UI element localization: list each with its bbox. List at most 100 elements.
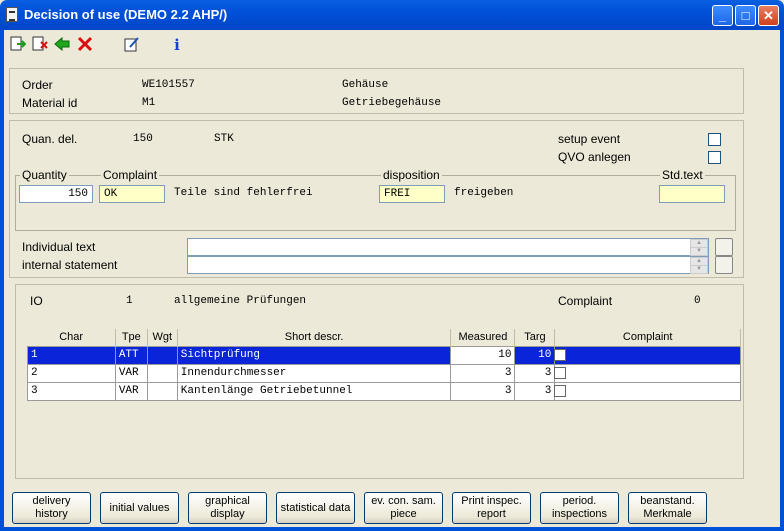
window-title: Decision of use (DEMO 2.2 AHP/)	[24, 7, 228, 22]
measured-value-cell[interactable]: 3	[450, 363, 516, 383]
unit-value: STK	[214, 133, 234, 145]
column-header[interactable]: Complaint	[554, 329, 741, 346]
internal-statement-button[interactable]	[715, 256, 733, 274]
table-row[interactable]: 2 VAR Innendurchmesser 3 3	[27, 363, 741, 383]
title-bar[interactable]: Decision of use (DEMO 2.2 AHP/) _ □ ✕	[0, 0, 784, 30]
measured-value-cell[interactable]: 10	[450, 345, 516, 365]
individual-text-field[interactable]	[187, 238, 709, 256]
description-cell-text: Kantenlänge Getriebetunnel	[180, 385, 353, 397]
complaint-label: Complaint	[101, 168, 160, 182]
complaint-checkbox[interactable]	[554, 366, 567, 379]
inspection-complaint-label: Complaint	[558, 294, 613, 308]
description-cell: Sichtprüfung	[176, 345, 452, 365]
table-row[interactable]: 1 ATT Sichtprüfung 10 10	[27, 345, 741, 365]
column-header[interactable]: Char	[27, 329, 116, 346]
measured-value-cell-text: 3	[504, 367, 512, 379]
close-button[interactable]: ✕	[758, 5, 779, 26]
internal-statement-field[interactable]	[187, 256, 709, 274]
io-label: IO	[30, 294, 43, 308]
inspection-complaint-value: 0	[694, 295, 701, 307]
target-cell-text: 3	[544, 367, 552, 379]
complaint-cell	[554, 363, 741, 383]
button-label: inspections	[551, 508, 608, 520]
target-cell: 10	[514, 345, 556, 365]
button-label: ev. con. sam.	[371, 495, 436, 507]
maximize-button[interactable]: □	[735, 5, 756, 26]
button-label: piece	[390, 508, 417, 520]
disposition-label: disposition	[381, 168, 442, 182]
char-cell-text: 1	[31, 349, 38, 361]
column-header[interactable]: Tpe	[115, 329, 148, 346]
material-label: Material id	[22, 96, 78, 110]
complaint-checkbox[interactable]	[554, 384, 567, 397]
type-cell: VAR	[114, 363, 148, 383]
std-text-field[interactable]	[659, 185, 725, 203]
delivery-history-button[interactable]: delivery history	[12, 492, 91, 524]
char-cell-text: 3	[31, 385, 38, 397]
weight-cell	[146, 381, 178, 401]
column-header[interactable]: Wgt	[147, 329, 178, 346]
ev-con-sample-piece-button[interactable]: ev. con. sam. piece	[364, 492, 443, 524]
qvo-checkbox[interactable]	[708, 151, 721, 164]
button-label: Print inspec.	[461, 495, 522, 507]
setup-event-label: setup event	[558, 132, 621, 146]
minimize-button[interactable]: _	[712, 5, 733, 26]
target-cell: 3	[514, 381, 556, 401]
weight-cell	[146, 363, 178, 383]
quan-del-value: 150	[133, 133, 153, 145]
io-value: 1	[126, 295, 133, 307]
setup-event-checkbox[interactable]	[708, 133, 721, 146]
edit-icon[interactable]	[123, 36, 141, 54]
type-cell-text: ATT	[118, 349, 139, 361]
qvo-label: QVO anlegen	[558, 150, 631, 164]
button-label: Merkmale	[643, 508, 692, 520]
group-line-right	[735, 175, 736, 230]
disposition-field[interactable]: FREI	[379, 185, 445, 203]
measured-value-cell-text: 3	[504, 385, 512, 397]
scroll-down-icon[interactable]: ▼	[690, 247, 708, 256]
material-id: M1	[142, 97, 156, 109]
table-body: 1 ATT Sichtprüfung 10 10 2 VAR Innendurchmesser…	[27, 345, 741, 401]
scroll-down-icon[interactable]: ▼	[690, 265, 708, 274]
disposition-text: freigeben	[454, 187, 514, 199]
quantity-field[interactable]: 150	[19, 185, 93, 203]
target-cell-text: 10	[538, 349, 552, 361]
beanstand-merkmale-button[interactable]: beanstand. Merkmale	[628, 492, 707, 524]
measured-value-cell[interactable]: 3	[450, 381, 516, 401]
button-label: statistical data	[280, 501, 351, 514]
cancel-icon[interactable]	[31, 36, 49, 54]
internal-statement-label: internal statement	[22, 258, 118, 272]
type-cell: VAR	[114, 381, 148, 401]
column-header[interactable]: Measured	[450, 329, 516, 346]
description-cell: Innendurchmesser	[176, 363, 452, 383]
type-cell-text: VAR	[118, 385, 139, 397]
weight-cell	[146, 345, 178, 365]
column-header[interactable]: Targ	[514, 329, 556, 346]
button-label: display	[210, 508, 245, 520]
button-label: report	[477, 508, 506, 520]
statistical-data-button[interactable]: statistical data	[276, 492, 355, 524]
description-cell: Kantenlänge Getriebetunnel	[176, 381, 452, 401]
initial-values-button[interactable]: initial values	[100, 492, 179, 524]
back-arrow-icon[interactable]	[53, 36, 71, 54]
std-text-label: Std.text	[660, 168, 705, 182]
button-label: initial values	[109, 501, 170, 514]
quantity-label: Quantity	[20, 168, 69, 182]
graphical-display-button[interactable]: graphical display	[188, 492, 267, 524]
print-inspection-report-button[interactable]: Print inspec. report	[452, 492, 531, 524]
individual-text-button[interactable]	[715, 238, 733, 256]
material-description: Getriebegehäuse	[342, 97, 442, 109]
complaint-field[interactable]: OK	[99, 185, 165, 203]
document-icon	[6, 7, 18, 22]
complaint-checkbox[interactable]	[554, 348, 567, 361]
complaint-cell	[554, 381, 741, 401]
table-row[interactable]: 3 VAR Kantenlänge Getriebetunnel 3 3	[27, 381, 741, 401]
column-header[interactable]: Short descr.	[177, 329, 452, 346]
exit-icon[interactable]	[9, 36, 27, 54]
individual-text-label: Individual text	[22, 240, 96, 254]
type-cell: ATT	[114, 345, 148, 365]
quan-del-label: Quan. del.	[22, 132, 78, 146]
delete-icon[interactable]	[76, 36, 94, 54]
period-inspections-button[interactable]: period. inspections	[540, 492, 619, 524]
info-icon[interactable]: i	[168, 36, 186, 54]
